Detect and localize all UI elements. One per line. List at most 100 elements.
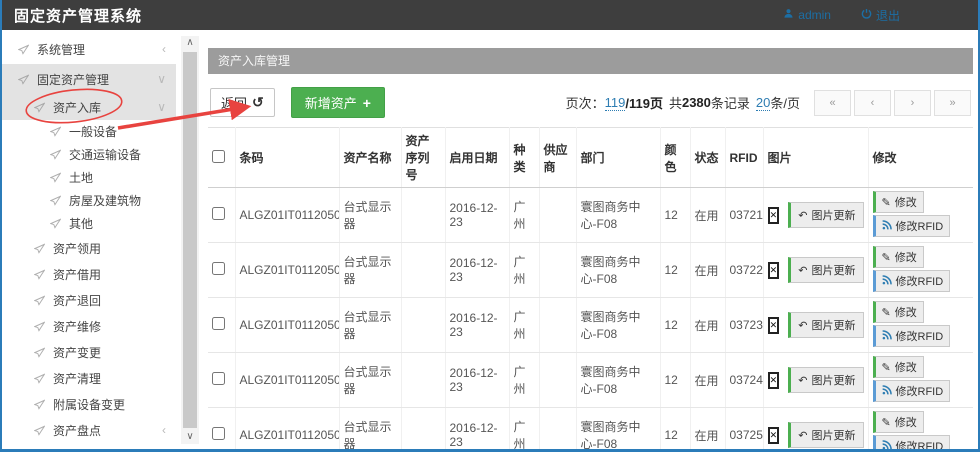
paper-plane-icon (18, 74, 29, 85)
records-count: 2380 (682, 95, 711, 110)
cell-modify: ✎ 修改 修改RFID (868, 188, 973, 243)
sidebar-scrollbar[interactable]: ∧ ∨ (181, 36, 199, 444)
app-window: 固定资产管理系统 admin 退出 (0, 0, 980, 452)
row-checkbox[interactable] (212, 427, 225, 440)
first-page-button[interactable]: « (814, 90, 851, 116)
reply-icon: ↶ (798, 264, 807, 277)
undo-icon: ↺ (252, 94, 264, 111)
user-label: admin (798, 8, 831, 22)
update-image-button[interactable]: ↶ 图片更新 (788, 202, 863, 228)
cell-dept: 寰图商务中心-F08 (576, 408, 660, 452)
page-label: 页次： (566, 93, 605, 112)
paper-plane-icon (50, 172, 61, 183)
sidebar-item-label: 一般设备 (69, 123, 117, 140)
last-page-button[interactable]: » (934, 90, 971, 116)
sidebar-item-label: 交通运输设备 (69, 146, 141, 163)
sidebar-item-label: 系统管理 (37, 41, 85, 58)
add-asset-label: 新增资产 (305, 93, 357, 112)
update-image-label: 图片更新 (812, 262, 856, 278)
sidebar-item[interactable]: 系统管理 ‹ (2, 34, 176, 64)
cell-barcode: ALGZ01IT0112050015 (235, 243, 339, 298)
scroll-up-icon[interactable]: ∧ (181, 36, 199, 50)
row-checkbox[interactable] (212, 262, 225, 275)
edit-button[interactable]: ✎ 修改 (873, 356, 924, 378)
update-image-button[interactable]: ↶ 图片更新 (788, 367, 863, 393)
cell-status: 在用 (690, 188, 725, 243)
cell-type: 广州 (509, 408, 539, 452)
row-checkbox[interactable] (212, 372, 225, 385)
sidebar-item[interactable]: 其他 (2, 212, 176, 235)
chevron-icon: ‹ (162, 43, 166, 55)
sidebar-item[interactable]: 资产入库 ∨ (2, 94, 176, 120)
edit-button[interactable]: ✎ 修改 (873, 301, 924, 323)
user-link[interactable]: admin (783, 7, 831, 24)
sidebar-item-label: 资产变更 (53, 344, 101, 361)
cell-name: 台式显示器 (339, 188, 401, 243)
sidebar-item[interactable]: 资产借用 (2, 261, 176, 287)
edit-icon: ✎ (882, 251, 891, 264)
edit-label: 修改 (895, 414, 917, 430)
table-row: ALGZ01IT0112050017 台式显示器 2016-12-23 广州 寰… (208, 353, 973, 408)
edit-rfid-label: 修改RFID (896, 218, 944, 234)
edit-rfid-button[interactable]: 修改RFID (873, 215, 951, 237)
col-rfid: RFID (725, 128, 763, 188)
cell-name: 台式显示器 (339, 353, 401, 408)
sidebar-item-label: 资产借用 (53, 266, 101, 283)
chevron-icon: ∨ (157, 73, 166, 85)
cell-name: 台式显示器 (339, 408, 401, 452)
broken-image-icon: ✕ (768, 317, 780, 334)
cell-type: 广州 (509, 188, 539, 243)
sidebar-item[interactable]: 资产清理 (2, 365, 176, 391)
sidebar-item[interactable]: 仓库管理 ‹ (2, 443, 176, 452)
sidebar-item[interactable]: 附属设备变更 (2, 391, 176, 417)
sidebar-item-label: 资产入库 (53, 99, 101, 116)
cell-picture: ✕ ↶ 图片更新 (763, 298, 868, 353)
rss-icon (882, 385, 892, 398)
update-image-button[interactable]: ↶ 图片更新 (788, 422, 863, 448)
logout-link[interactable]: 退出 (861, 7, 900, 24)
edit-button[interactable]: ✎ 修改 (873, 411, 924, 433)
edit-label: 修改 (895, 304, 917, 320)
update-image-button[interactable]: ↶ 图片更新 (788, 312, 863, 338)
sidebar-item[interactable]: 资产盘点 ‹ (2, 417, 176, 443)
power-icon (861, 8, 872, 22)
edit-rfid-button[interactable]: 修改RFID (873, 325, 951, 347)
prev-page-button[interactable]: ‹ (854, 90, 891, 116)
sidebar-item[interactable]: 土地 (2, 166, 176, 189)
scroll-down-icon[interactable]: ∨ (181, 430, 199, 444)
edit-button[interactable]: ✎ 修改 (873, 246, 924, 268)
edit-rfid-button[interactable]: 修改RFID (873, 270, 951, 292)
page-size-link[interactable]: 20 (756, 95, 770, 111)
sidebar-item[interactable]: 资产退回 (2, 287, 176, 313)
sidebar-item[interactable]: 一般设备 (2, 120, 176, 143)
paper-plane-icon (18, 44, 29, 55)
sidebar-item[interactable]: 资产变更 (2, 339, 176, 365)
sidebar-item[interactable]: 资产领用 (2, 235, 176, 261)
sidebar-item-label: 资产领用 (53, 240, 101, 257)
back-button[interactable]: 返回 ↺ (210, 88, 275, 117)
cell-color: 12 (660, 353, 690, 408)
next-page-button[interactable]: › (894, 90, 931, 116)
update-image-label: 图片更新 (812, 317, 856, 333)
row-checkbox[interactable] (212, 317, 225, 330)
edit-rfid-button[interactable]: 修改RFID (873, 435, 951, 452)
reply-icon: ↶ (798, 429, 807, 442)
topbar: 固定资产管理系统 admin 退出 (2, 0, 978, 30)
cell-serial (401, 408, 445, 452)
pager-buttons: « ‹ › » (814, 90, 971, 116)
select-all-checkbox[interactable] (212, 150, 225, 163)
sidebar-item-label: 其他 (69, 215, 93, 232)
add-asset-button[interactable]: 新增资产 + (291, 87, 385, 118)
scrollbar-thumb[interactable] (183, 52, 197, 428)
rss-icon (882, 440, 892, 452)
sidebar-item[interactable]: 资产维修 (2, 313, 176, 339)
current-page-link[interactable]: 119 (605, 95, 626, 111)
row-checkbox[interactable] (212, 207, 225, 220)
edit-rfid-button[interactable]: 修改RFID (873, 380, 951, 402)
sidebar-item[interactable]: 固定资产管理 ∨ (2, 64, 176, 94)
edit-button[interactable]: ✎ 修改 (873, 191, 924, 213)
sidebar-item[interactable]: 房屋及建筑物 (2, 189, 176, 212)
update-image-button[interactable]: ↶ 图片更新 (788, 257, 863, 283)
back-button-label: 返回 (221, 93, 247, 112)
sidebar-item[interactable]: 交通运输设备 (2, 143, 176, 166)
